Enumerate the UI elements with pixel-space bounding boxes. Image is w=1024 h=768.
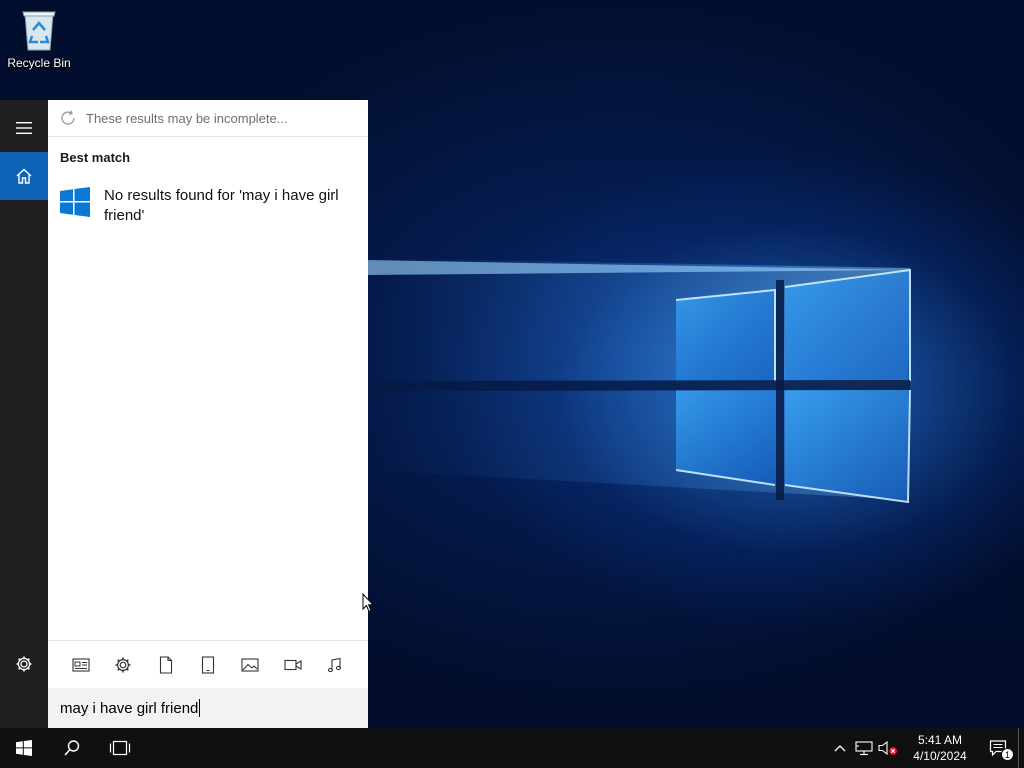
search-results-panel: These results may be incomplete... Best … (48, 100, 368, 688)
no-results-message: No results found for 'may i have girl fr… (104, 187, 339, 224)
settings-button[interactable] (0, 640, 48, 688)
clock[interactable]: 5:41 AM 4/10/2024 (906, 732, 974, 764)
start-button[interactable] (0, 728, 48, 768)
filter-folders-button[interactable] (194, 651, 222, 679)
show-hidden-icons-button[interactable] (828, 728, 852, 768)
notice-text: These results may be incomplete... (86, 110, 288, 126)
search-input[interactable]: may i have girl friend (48, 688, 368, 728)
apps-icon (72, 657, 90, 672)
gear-icon (115, 657, 131, 672)
network-icon (855, 741, 873, 756)
task-view-button[interactable] (96, 728, 144, 768)
search-query-text: may i have girl friend (60, 699, 199, 717)
filter-documents-button[interactable] (152, 651, 180, 679)
action-center-button[interactable]: 1 (978, 728, 1018, 768)
best-match-heading: Best match (60, 150, 131, 165)
search-filter-bar (48, 640, 368, 688)
mouse-cursor-icon (362, 593, 374, 613)
incomplete-results-notice: These results may be incomplete... (48, 100, 368, 137)
document-icon (159, 655, 172, 674)
music-icon (327, 657, 341, 672)
volume-button[interactable] (876, 728, 900, 768)
start-left-rail (0, 100, 48, 728)
taskbar-search-button[interactable] (48, 728, 96, 768)
filter-settings-button[interactable] (109, 651, 137, 679)
gear-icon (16, 656, 32, 672)
filter-apps-button[interactable] (67, 651, 95, 679)
taskbar: 5:41 AM 4/10/2024 1 (0, 728, 1024, 768)
hamburger-menu-icon (16, 122, 32, 134)
expand-menu-button[interactable] (0, 104, 48, 152)
filter-music-button[interactable] (321, 651, 349, 679)
clock-date: 4/10/2024 (913, 749, 967, 763)
clock-time: 5:41 AM (917, 733, 963, 747)
desktop-icon-recycle-bin[interactable]: Recycle Bin (4, 6, 74, 76)
refresh-icon (61, 110, 75, 125)
task-view-icon (109, 740, 131, 756)
search-icon (64, 740, 80, 756)
text-caret (199, 699, 201, 717)
system-tray: 5:41 AM 4/10/2024 1 (828, 728, 1024, 768)
desktop-icon-label: Recycle Bin (7, 56, 71, 70)
chevron-up-icon (834, 745, 846, 752)
filter-photos-button[interactable] (236, 651, 264, 679)
network-button[interactable] (852, 728, 876, 768)
video-icon (283, 659, 302, 670)
tablet-icon (201, 655, 215, 674)
windows-logo-icon (60, 187, 90, 217)
notification-count-badge: 1 (1001, 748, 1014, 761)
best-match-result[interactable]: No results found for 'may i have girl fr… (60, 186, 360, 226)
show-desktop-button[interactable] (1018, 728, 1024, 768)
home-icon (16, 168, 32, 184)
recycle-bin-icon (22, 11, 56, 51)
photo-icon (241, 657, 259, 672)
filter-videos-button[interactable] (279, 651, 307, 679)
windows-logo-icon (16, 740, 32, 756)
home-button[interactable] (0, 152, 48, 200)
volume-muted-icon (878, 740, 897, 756)
